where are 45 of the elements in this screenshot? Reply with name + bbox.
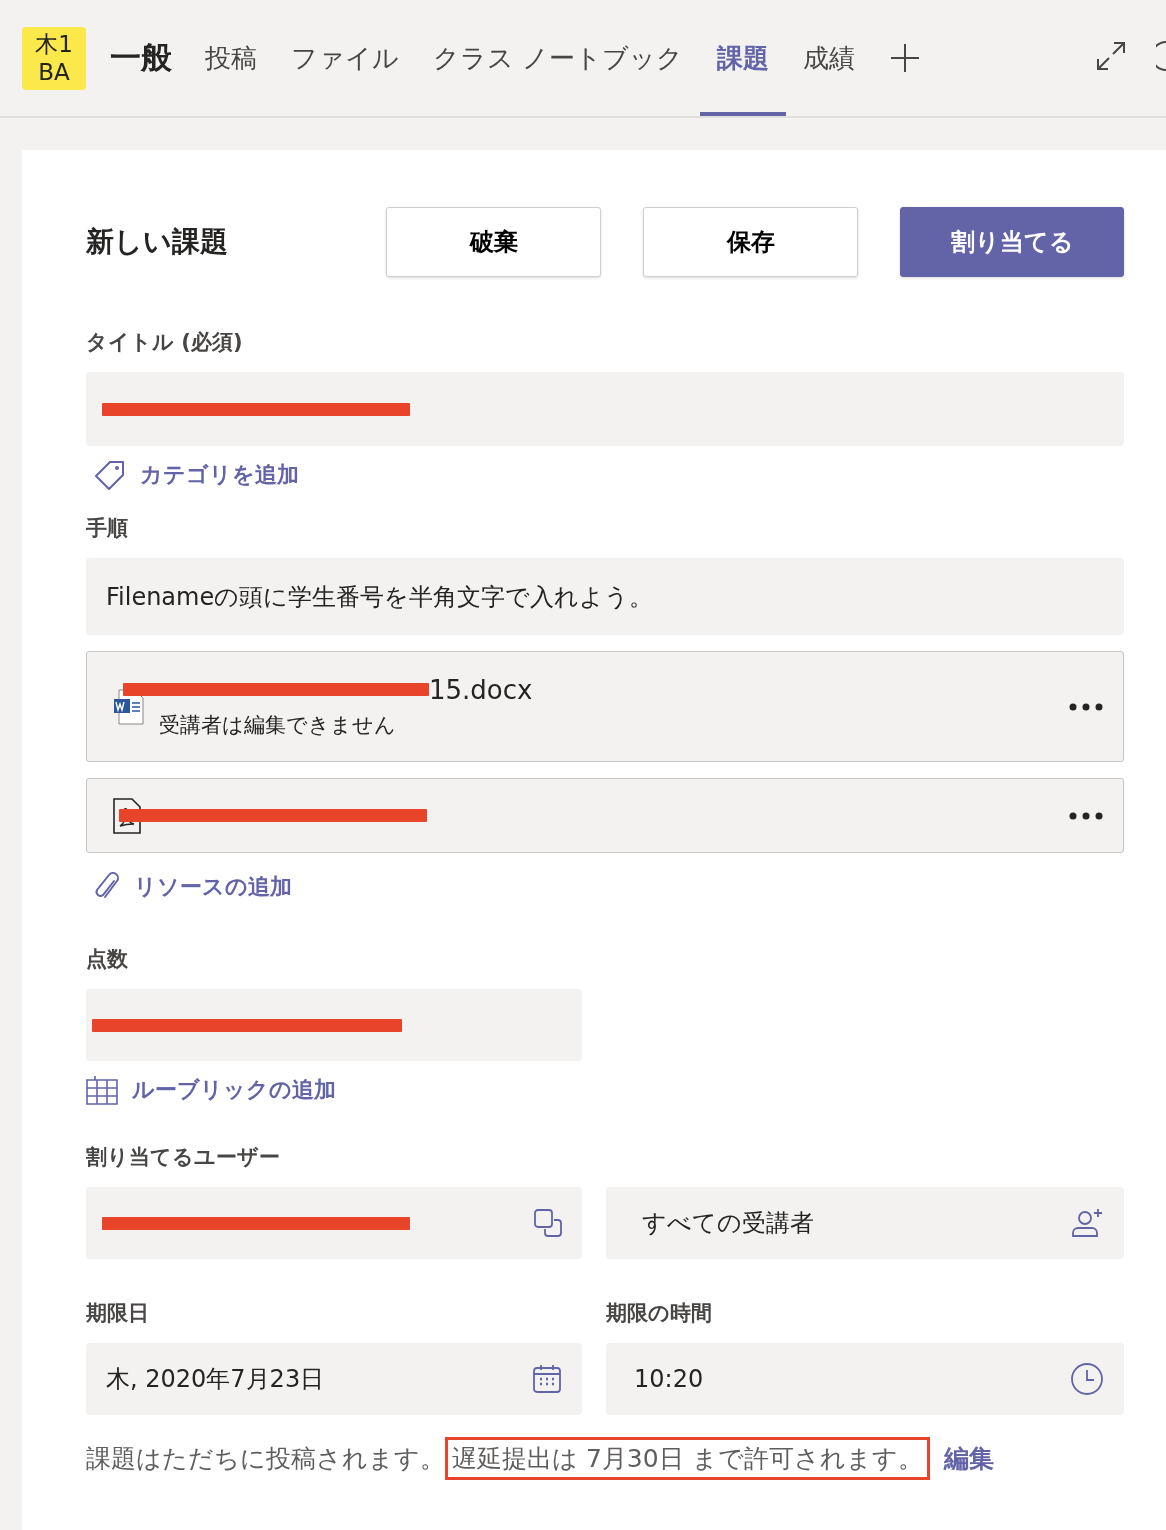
title-field[interactable]: [86, 372, 1124, 446]
grid-icon: [86, 1075, 118, 1105]
field-label: 手順: [86, 515, 129, 542]
copy-icon: [534, 1209, 562, 1237]
team-badge[interactable]: 木1 BA: [22, 26, 86, 90]
tab[interactable]: 成績: [786, 0, 873, 116]
tab[interactable]: クラス ノートブック: [416, 0, 701, 116]
file-name: 15.docx: [429, 674, 533, 705]
calendar-icon: [532, 1364, 562, 1394]
add-category-link[interactable]: カテゴリを追加: [94, 460, 1124, 490]
time-field[interactable]: 10:20: [606, 1343, 1124, 1415]
tab[interactable]: 投稿: [188, 0, 274, 116]
field-label: 期限日: [86, 1300, 150, 1327]
attachment-card[interactable]: [86, 778, 1124, 853]
action-button[interactable]: 破棄: [386, 207, 601, 277]
points-field[interactable]: [86, 989, 582, 1061]
file-note: 受講者は編集できません: [159, 711, 397, 739]
field-label: 点数: [86, 946, 129, 973]
field-label: 期限の時間: [606, 1300, 713, 1327]
refresh-icon[interactable]: [1156, 40, 1166, 72]
form-heading: 新しい課題: [86, 224, 229, 260]
instructions-field[interactable]: Filenameの頭に学生番号を半角文字で入れよう。: [86, 558, 1124, 635]
late-submission-note: 遅延提出は 7月30日 まで許可されます。: [445, 1437, 930, 1480]
action-button[interactable]: 保存: [643, 207, 858, 277]
tag-icon: [94, 460, 126, 490]
edit-link[interactable]: 編集: [943, 1442, 994, 1475]
class-field[interactable]: [86, 1187, 582, 1259]
field-label: タイトル (必須): [86, 329, 244, 356]
assign-button[interactable]: 割り当てる: [900, 207, 1124, 277]
add-resource-link[interactable]: リソースの追加: [94, 871, 1124, 903]
attachment-card[interactable]: 15.docx 受講者は編集できません: [86, 651, 1124, 762]
date-field[interactable]: 木, 2020年7月23日: [86, 1343, 582, 1415]
expand-icon[interactable]: [1096, 41, 1126, 71]
add-icon[interactable]: [890, 43, 921, 73]
add-rubric-link[interactable]: ルーブリックの追加: [86, 1075, 1124, 1105]
add-person-icon: [1070, 1208, 1104, 1238]
students-field[interactable]: すべての受講者: [606, 1187, 1124, 1259]
more-icon[interactable]: [1069, 811, 1103, 820]
tab[interactable]: ファイル: [274, 0, 416, 116]
posting-note: 課題はただちに投稿されます。: [86, 1443, 445, 1475]
tab[interactable]: 課題: [700, 0, 787, 116]
more-icon[interactable]: [1069, 702, 1103, 711]
channel-name: 一般: [110, 38, 172, 77]
field-label: 割り当てるユーザー: [86, 1144, 281, 1171]
clock-icon: [1070, 1362, 1104, 1396]
